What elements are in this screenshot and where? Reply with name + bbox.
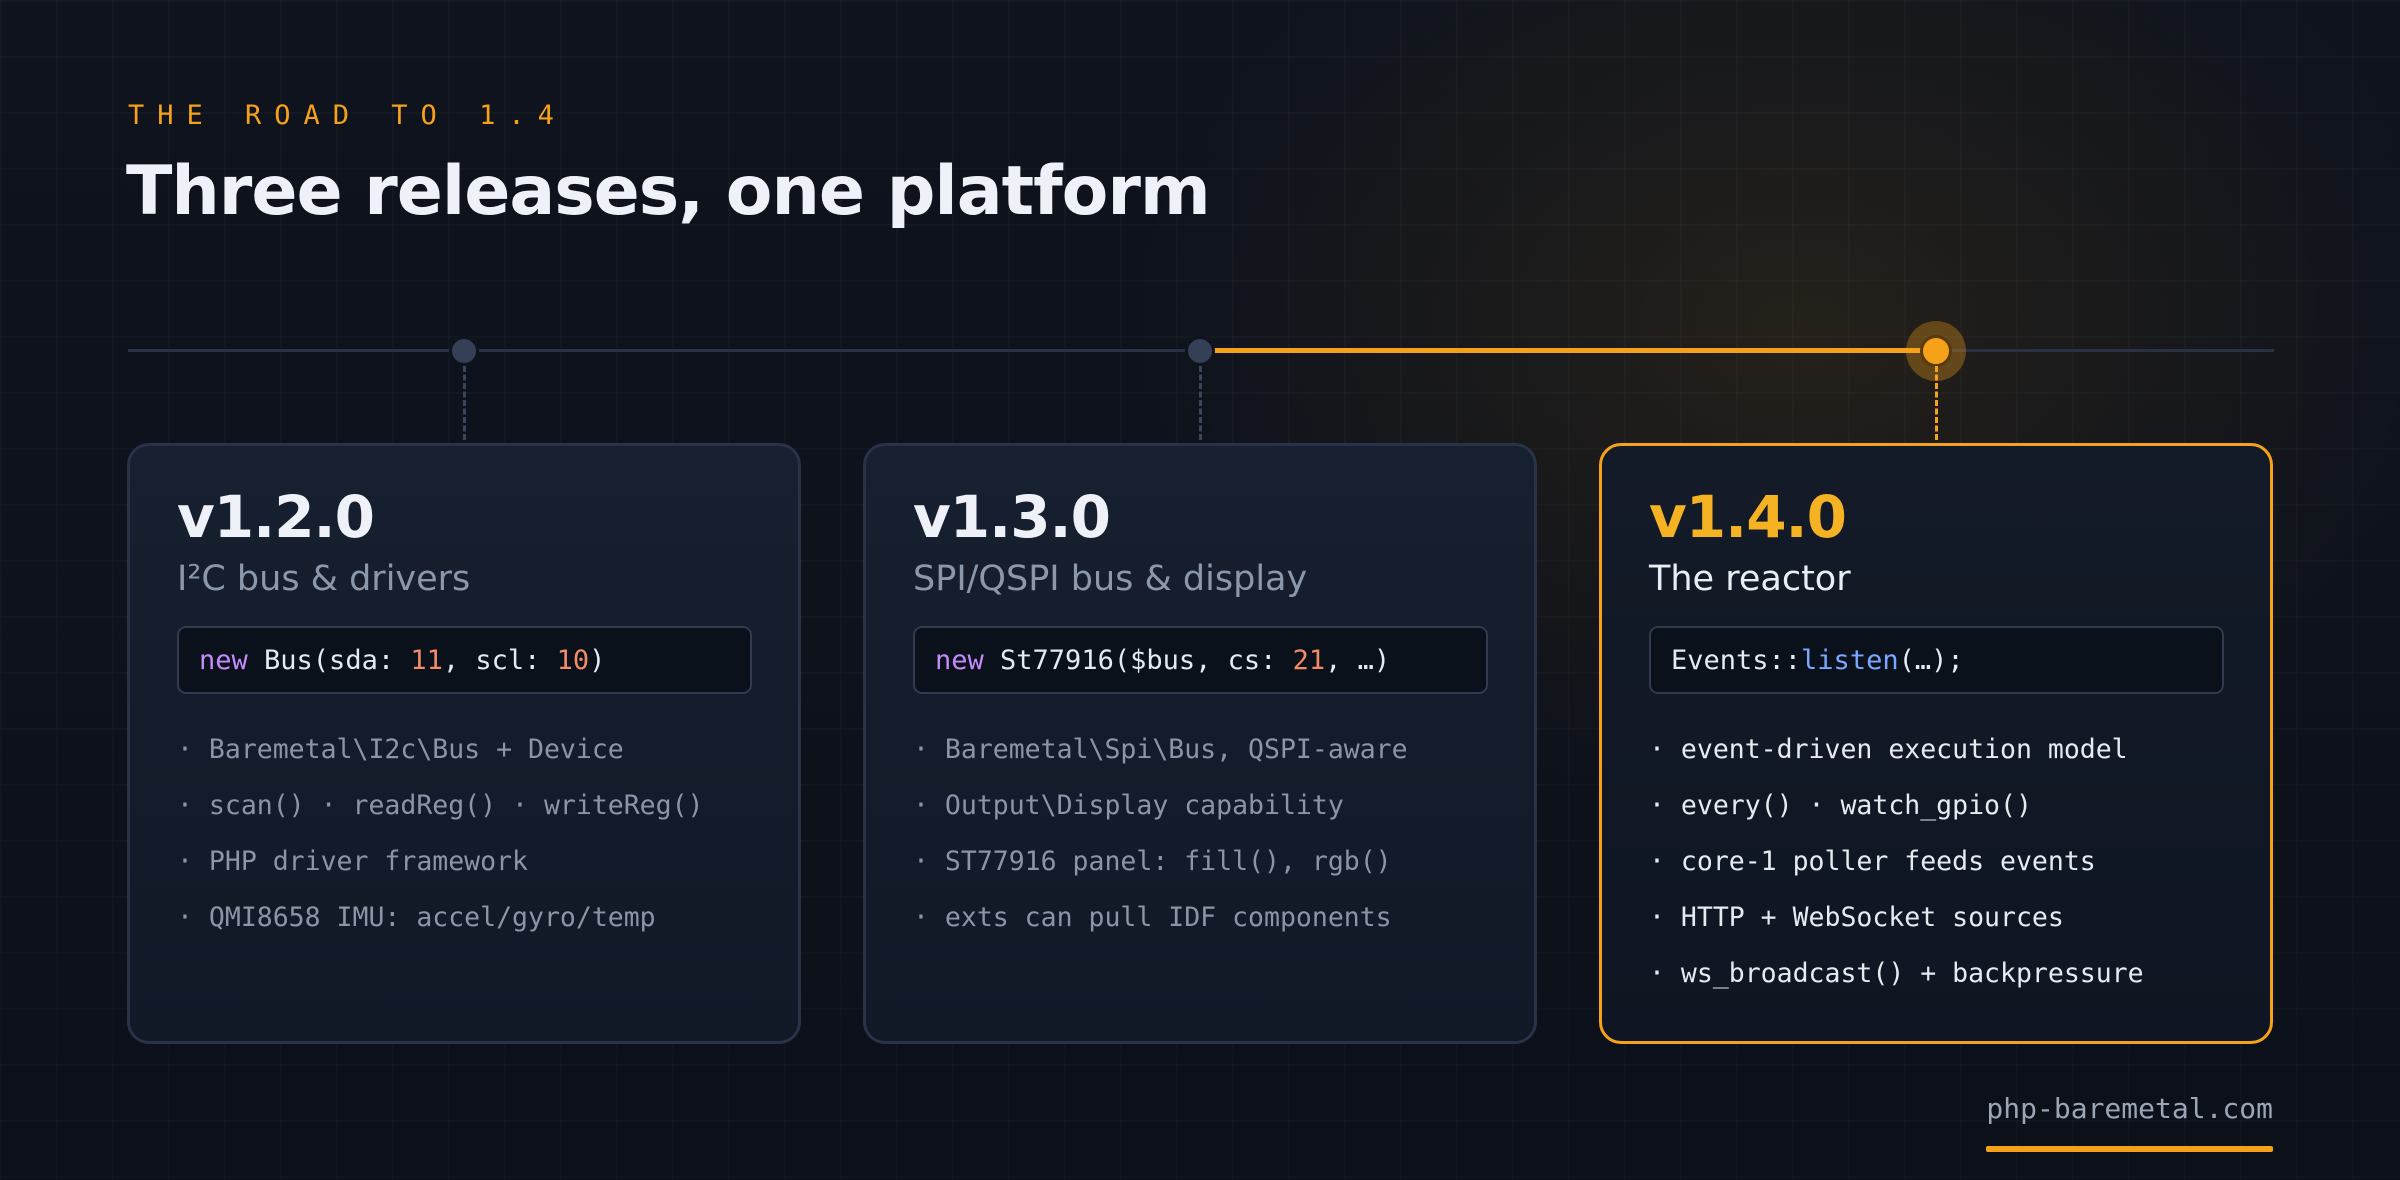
code-token: St77916($bus, cs: <box>983 644 1293 676</box>
release-version: v1.4.0 <box>1649 483 1847 551</box>
feature-item: · core-1 poller feeds events <box>1649 846 2096 877</box>
code-token: 10 <box>556 644 590 676</box>
feature-item: · ST77916 panel: fill(), rgb() <box>913 846 1392 877</box>
timeline-connector <box>1199 366 1202 440</box>
timeline-track-active <box>1200 348 1936 353</box>
feature-item: · PHP driver framework <box>177 846 528 877</box>
site-link[interactable]: php-baremetal.com <box>1986 1092 2273 1125</box>
feature-item: · event-driven execution model <box>1649 734 2128 765</box>
code-token: ) <box>589 644 606 676</box>
code-token: 11 <box>410 644 443 676</box>
release-subtitle: SPI/QSPI bus & display <box>913 559 1308 599</box>
feature-item: · Output\Display capability <box>913 790 1344 821</box>
release-subtitle: I²C bus & drivers <box>177 559 471 599</box>
code-token: Bus(sda: <box>247 644 411 676</box>
release-subtitle: The reactor <box>1649 559 1851 599</box>
code-snippet: new St77916($bus, cs: 21, …) <box>913 626 1488 694</box>
feature-item: · exts can pull IDF components <box>913 902 1392 933</box>
code-token: 21 <box>1292 644 1326 676</box>
feature-item: · ws_broadcast() + backpressure <box>1649 958 2144 989</box>
eyebrow-label: THE ROAD TO 1.4 <box>128 100 567 131</box>
feature-list: · Baremetal\I2c\Bus + Device · scan() · r… <box>177 732 752 956</box>
timeline-connector <box>463 366 466 440</box>
timeline-node-v1-4-0 <box>1920 335 1952 367</box>
feature-item: · QMI8658 IMU: accel/gyro/temp <box>177 902 656 933</box>
feature-item: · Baremetal\I2c\Bus + Device <box>177 734 624 765</box>
feature-list: · event-driven execution model · every() … <box>1649 732 2224 1012</box>
release-version: v1.3.0 <box>913 483 1111 551</box>
timeline-node-v1-3-0 <box>1185 336 1215 366</box>
release-version: v1.2.0 <box>177 483 375 551</box>
feature-item: · every() · watch_gpio() <box>1649 790 2032 821</box>
feature-item: · scan() · readReg() · writeReg() <box>177 790 704 821</box>
release-card-v1-3-0: v1.3.0 SPI/QSPI bus & display new St7791… <box>863 443 1537 1044</box>
code-token: Events:: <box>1671 644 1802 676</box>
code-snippet: Events:: listen (…); <box>1649 626 2224 694</box>
code-token: new <box>935 644 984 676</box>
code-token: listen <box>1801 644 1899 676</box>
footer-accent-bar <box>1986 1146 2273 1152</box>
code-token: , …) <box>1325 644 1391 676</box>
feature-item: · Baremetal\Spi\Bus, QSPI-aware <box>913 734 1408 765</box>
timeline-node-v1-2-0 <box>449 336 479 366</box>
timeline-connector-active <box>1935 366 1938 440</box>
code-token: new <box>199 644 248 676</box>
release-card-v1-4-0: v1.4.0 The reactor Events:: listen (…); · … <box>1599 443 2273 1044</box>
code-token: (…); <box>1898 644 1964 676</box>
code-snippet: new Bus(sda: 11, scl: 10) <box>177 626 752 694</box>
code-token: , scl: <box>442 644 557 676</box>
release-card-v1-2-0: v1.2.0 I²C bus & drivers new Bus(sda: 11… <box>127 443 801 1044</box>
feature-item: · HTTP + WebSocket sources <box>1649 902 2064 933</box>
page-title: Three releases, one platform <box>126 152 1211 231</box>
feature-list: · Baremetal\Spi\Bus, QSPI-aware · Output\… <box>913 732 1488 956</box>
